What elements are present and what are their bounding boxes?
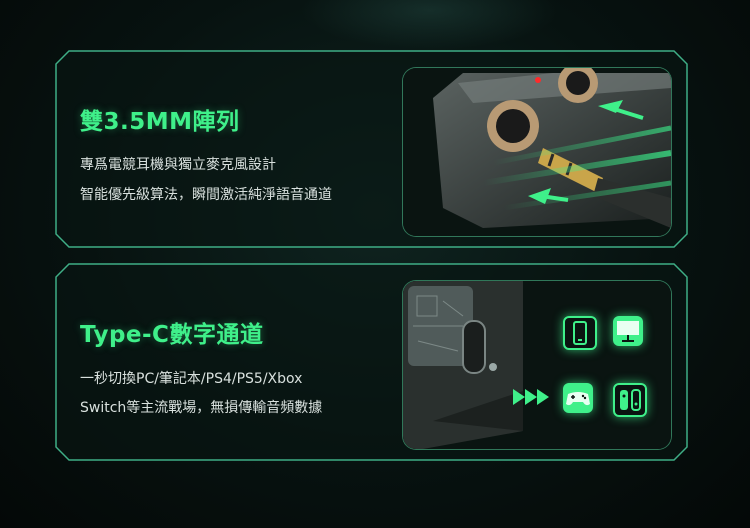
background-glow: [300, 0, 560, 50]
gamepad-icon: [563, 383, 593, 413]
panel-description-line-2: 智能優先級算法，瞬間激活純淨語音通道: [80, 187, 332, 203]
panel-description-line-1: 專爲電競耳機與獨立麥克風設計: [80, 157, 276, 173]
panel-title: 雙3.5MM陣列: [80, 109, 240, 135]
type-c-illustration: [402, 280, 672, 450]
panel-description-line-1: 一秒切換PC/筆記本/PS4/PS5/Xbox: [80, 371, 303, 387]
feature-panel-type-c: Type-C數字通道 一秒切換PC/筆記本/PS4/PS5/Xbox Switc…: [55, 263, 688, 461]
feature-panel-dual-3-5mm: 雙3.5MM陣列 專爲電競耳機與獨立麥克風設計 智能優先級算法，瞬間激活純淨語音…: [55, 50, 688, 248]
panel-description-line-2: Switch等主流戰場，無損傳輸音頻數據: [80, 400, 323, 416]
jack-illustration: [402, 67, 672, 237]
panel-title: Type-C數字通道: [80, 322, 264, 348]
phone-icon: [563, 316, 597, 350]
monitor-icon: [613, 316, 643, 346]
switch-console-icon: [613, 383, 647, 417]
